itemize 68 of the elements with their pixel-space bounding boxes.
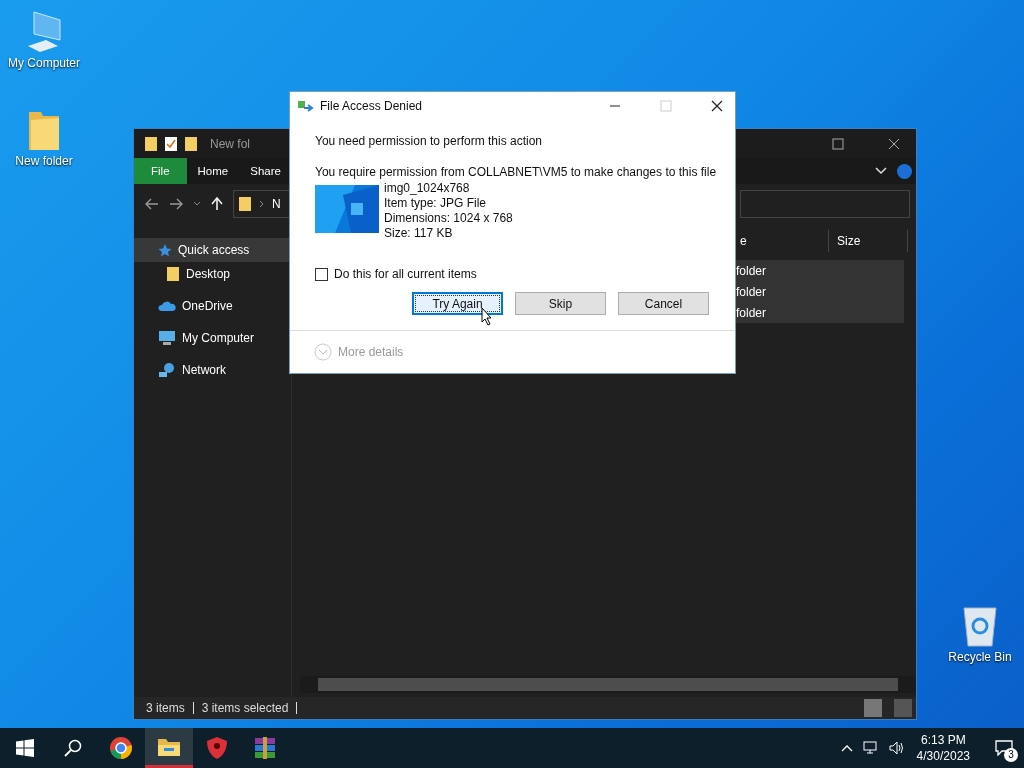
ribbon-tab[interactable]: Home xyxy=(186,158,240,184)
search-icon[interactable] xyxy=(64,739,82,757)
checkbox[interactable] xyxy=(315,267,328,281)
file-detail: Size: 117 KB xyxy=(384,226,454,241)
sidebar-label: OneDrive xyxy=(182,299,233,313)
notification-count: 3 xyxy=(1004,748,1018,762)
computer-icon xyxy=(158,330,176,346)
chevron-right-icon xyxy=(259,200,265,208)
sidebar-label: Desktop xyxy=(186,267,231,281)
dialog-heading: You need permission to perform this action xyxy=(315,134,543,148)
window-title: New fol xyxy=(210,136,250,151)
close-icon[interactable] xyxy=(711,100,723,112)
file-tab[interactable]: File xyxy=(134,158,187,184)
start-icon[interactable] xyxy=(16,739,34,757)
sidebar-item[interactable]: Quick access xyxy=(134,238,291,262)
file-explorer-app-icon[interactable] xyxy=(145,728,193,768)
clock-date[interactable]: 4/30/2023 xyxy=(916,748,970,764)
network-icon xyxy=(158,362,176,378)
folder-icon[interactable] xyxy=(184,135,198,152)
forward-icon[interactable] xyxy=(169,198,183,210)
up-icon[interactable] xyxy=(211,197,223,211)
cloud-icon xyxy=(158,300,176,312)
folder-icon[interactable] xyxy=(144,135,158,152)
file-detail: Item type: JPG File xyxy=(384,196,488,211)
sidebar-label: Network xyxy=(182,363,226,377)
cursor-icon xyxy=(481,307,493,326)
sidebar-item[interactable]: Desktop xyxy=(134,262,291,286)
file-detail: Dimensions: 1024 x 768 xyxy=(384,211,513,226)
volume-icon[interactable] xyxy=(888,741,905,755)
close-icon[interactable] xyxy=(888,137,900,150)
horizontal-scrollbar[interactable] xyxy=(300,676,916,693)
status-text: 3 items xyxy=(146,701,185,715)
desktop-icon-label[interactable]: Recycle Bin xyxy=(948,650,1012,664)
network-icon[interactable] xyxy=(862,741,879,755)
file-row[interactable]: folder xyxy=(733,281,904,302)
file-name: img0_1024x768 xyxy=(384,181,471,196)
address-text: N xyxy=(272,197,281,211)
chevron-circle-icon xyxy=(314,343,332,361)
dialog-button[interactable]: Try Again xyxy=(412,292,503,315)
folder-icon xyxy=(166,266,180,282)
search-field[interactable] xyxy=(740,190,910,218)
chevron-up-icon[interactable] xyxy=(840,744,853,752)
file-row[interactable]: folder xyxy=(733,302,904,323)
file-move-icon xyxy=(298,100,314,112)
notification-icon[interactable] xyxy=(995,740,1013,756)
dialog-title: File Access Denied xyxy=(320,99,423,113)
checkbox-label[interactable]: Do this for all current items xyxy=(334,267,477,281)
dialog-button[interactable]: Cancel xyxy=(618,292,709,315)
folder-icon xyxy=(238,196,252,212)
maximize-icon[interactable] xyxy=(832,137,844,150)
sidebar-label: My Computer xyxy=(182,331,255,345)
star-icon xyxy=(158,243,172,257)
sidebar-item[interactable]: OneDrive xyxy=(134,294,291,318)
back-icon[interactable] xyxy=(145,198,159,210)
dialog-button[interactable]: Skip xyxy=(515,292,606,315)
column-header[interactable]: Size xyxy=(829,230,908,252)
sidebar-item[interactable]: My Computer xyxy=(134,326,291,350)
properties-icon[interactable] xyxy=(164,135,178,152)
chevron-icon[interactable] xyxy=(875,167,887,175)
ribbon-tab[interactable]: Share xyxy=(239,158,292,184)
maximize-icon xyxy=(660,100,672,112)
file-row[interactable]: folder xyxy=(733,260,904,281)
clock-time[interactable]: 6:13 PM xyxy=(920,732,966,748)
status-text: 3 items selected xyxy=(201,701,289,715)
sidebar-label: Quick access xyxy=(178,243,250,257)
dropdown-icon[interactable] xyxy=(193,201,201,207)
sidebar-item[interactable]: Network xyxy=(134,358,291,382)
dialog-message: You require permission from COLLABNET\VM5 to make changes to this file xyxy=(315,165,718,179)
